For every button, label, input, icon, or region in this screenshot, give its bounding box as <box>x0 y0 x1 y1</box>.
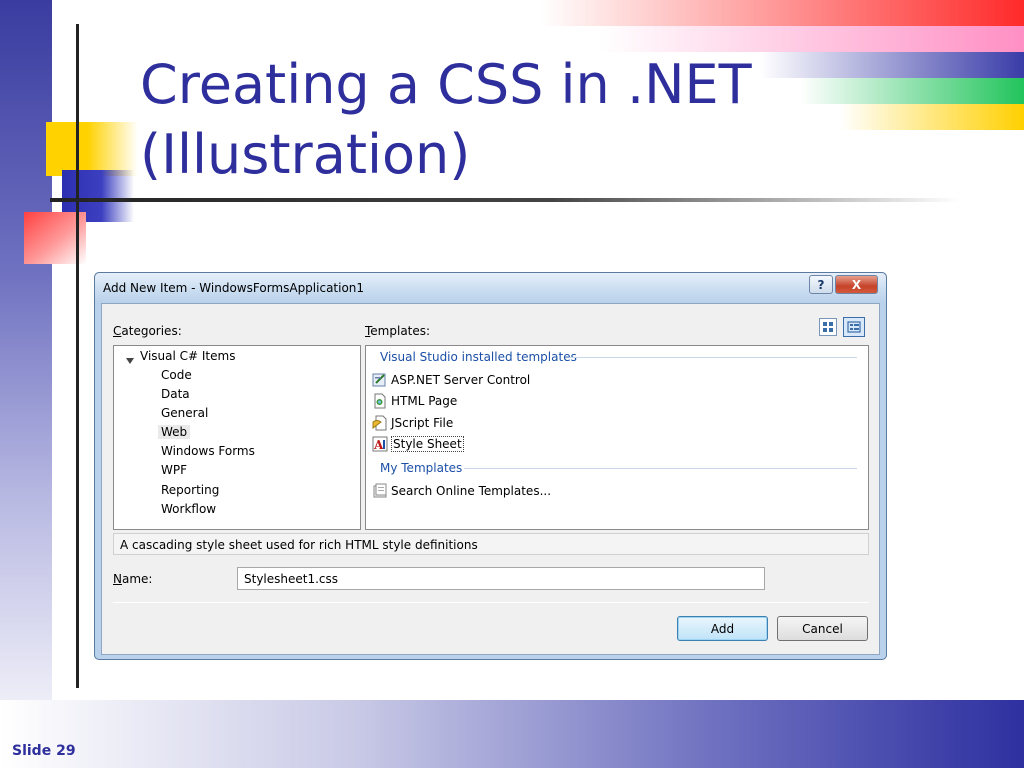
group-heading-my-templates: My Templates <box>380 461 463 475</box>
small-icons-view-icon <box>847 321 861 333</box>
template-item-label: Style Sheet <box>391 436 464 452</box>
vertical-rule <box>76 24 79 688</box>
template-item-label: JScript File <box>391 416 454 430</box>
template-item-jscript-file[interactable]: JScript File <box>372 413 453 433</box>
button-separator <box>113 602 869 603</box>
tree-item-general[interactable]: General <box>161 406 208 420</box>
add-button[interactable]: Add <box>677 616 768 641</box>
template-item-html-page[interactable]: HTML Page <box>372 391 457 411</box>
cancel-button[interactable]: Cancel <box>777 616 868 641</box>
tree-item-wpf[interactable]: WPF <box>161 463 187 477</box>
slide-number: Slide 29 <box>12 743 76 759</box>
corner-stripe-yellow <box>840 104 1024 130</box>
tree-expand-icon[interactable] <box>126 358 134 364</box>
html-page-icon <box>372 393 388 409</box>
help-icon: ? <box>817 277 825 292</box>
group-heading-installed: Visual Studio installed templates <box>380 350 577 364</box>
templates-list[interactable]: Visual Studio installed templates ASP.NE… <box>365 345 869 530</box>
deco-square-yellow <box>46 122 138 176</box>
tree-item-visual-csharp-items[interactable]: Visual C# Items <box>140 349 235 363</box>
template-item-style-sheet[interactable]: A Style Sheet <box>372 434 464 454</box>
template-item-label: HTML Page <box>391 394 458 408</box>
style-sheet-icon: A <box>372 436 388 452</box>
close-button[interactable]: X <box>835 275 878 294</box>
search-online-icon <box>372 483 388 499</box>
corner-stripe-pink <box>600 26 1024 52</box>
dialog-client-area: Categories: Templates: Visual C# Items C… <box>101 303 880 655</box>
large-icons-view-button[interactable] <box>819 318 837 336</box>
templates-label: Templates: <box>365 324 431 338</box>
tree-item-windows-forms[interactable]: Windows Forms <box>161 444 255 458</box>
corner-stripe-red <box>540 0 1024 26</box>
template-item-search-online[interactable]: Search Online Templates... <box>372 481 551 501</box>
group-divider <box>464 468 857 469</box>
tree-item-data[interactable]: Data <box>161 387 190 401</box>
template-item-label: Search Online Templates... <box>391 484 552 498</box>
slide-title-line-2: (Illustration) <box>140 123 471 186</box>
horizontal-rule <box>50 198 960 202</box>
large-icons-view-icon <box>823 322 833 332</box>
dialog-title: Add New Item - WindowsFormsApplication1 <box>103 281 365 295</box>
group-divider <box>569 357 857 358</box>
aspnet-control-icon <box>372 372 388 388</box>
left-gradient-band <box>0 0 52 768</box>
template-item-aspnet-server-control[interactable]: ASP.NET Server Control <box>372 370 530 390</box>
categories-label: Categories: <box>113 324 182 338</box>
small-icons-view-button[interactable] <box>843 317 865 337</box>
jscript-file-icon <box>372 415 388 431</box>
bottom-gradient-band <box>0 700 1024 768</box>
add-new-item-dialog: Add New Item - WindowsFormsApplication1 … <box>94 272 887 660</box>
slide-title-line-1: Creating a CSS in .NET <box>140 53 752 116</box>
tree-item-web[interactable]: Web <box>158 425 191 439</box>
categories-tree[interactable]: Visual C# Items Code Data General Web Wi… <box>113 345 361 530</box>
name-input[interactable]: Stylesheet1.css <box>237 567 765 590</box>
template-description: A cascading style sheet used for rich HT… <box>113 533 869 555</box>
tree-item-reporting[interactable]: Reporting <box>161 483 219 497</box>
help-button[interactable]: ? <box>809 275 833 294</box>
name-label: Name: <box>113 572 153 586</box>
close-icon: X <box>851 277 862 292</box>
dialog-titlebar[interactable]: Add New Item - WindowsFormsApplication1 … <box>95 273 886 303</box>
svg-text:A: A <box>373 438 384 452</box>
template-item-label: ASP.NET Server Control <box>391 373 531 387</box>
slide-title: Creating a CSS in .NET (Illustration) <box>140 50 840 190</box>
tree-item-code[interactable]: Code <box>161 368 192 382</box>
tree-item-workflow[interactable]: Workflow <box>161 502 216 516</box>
